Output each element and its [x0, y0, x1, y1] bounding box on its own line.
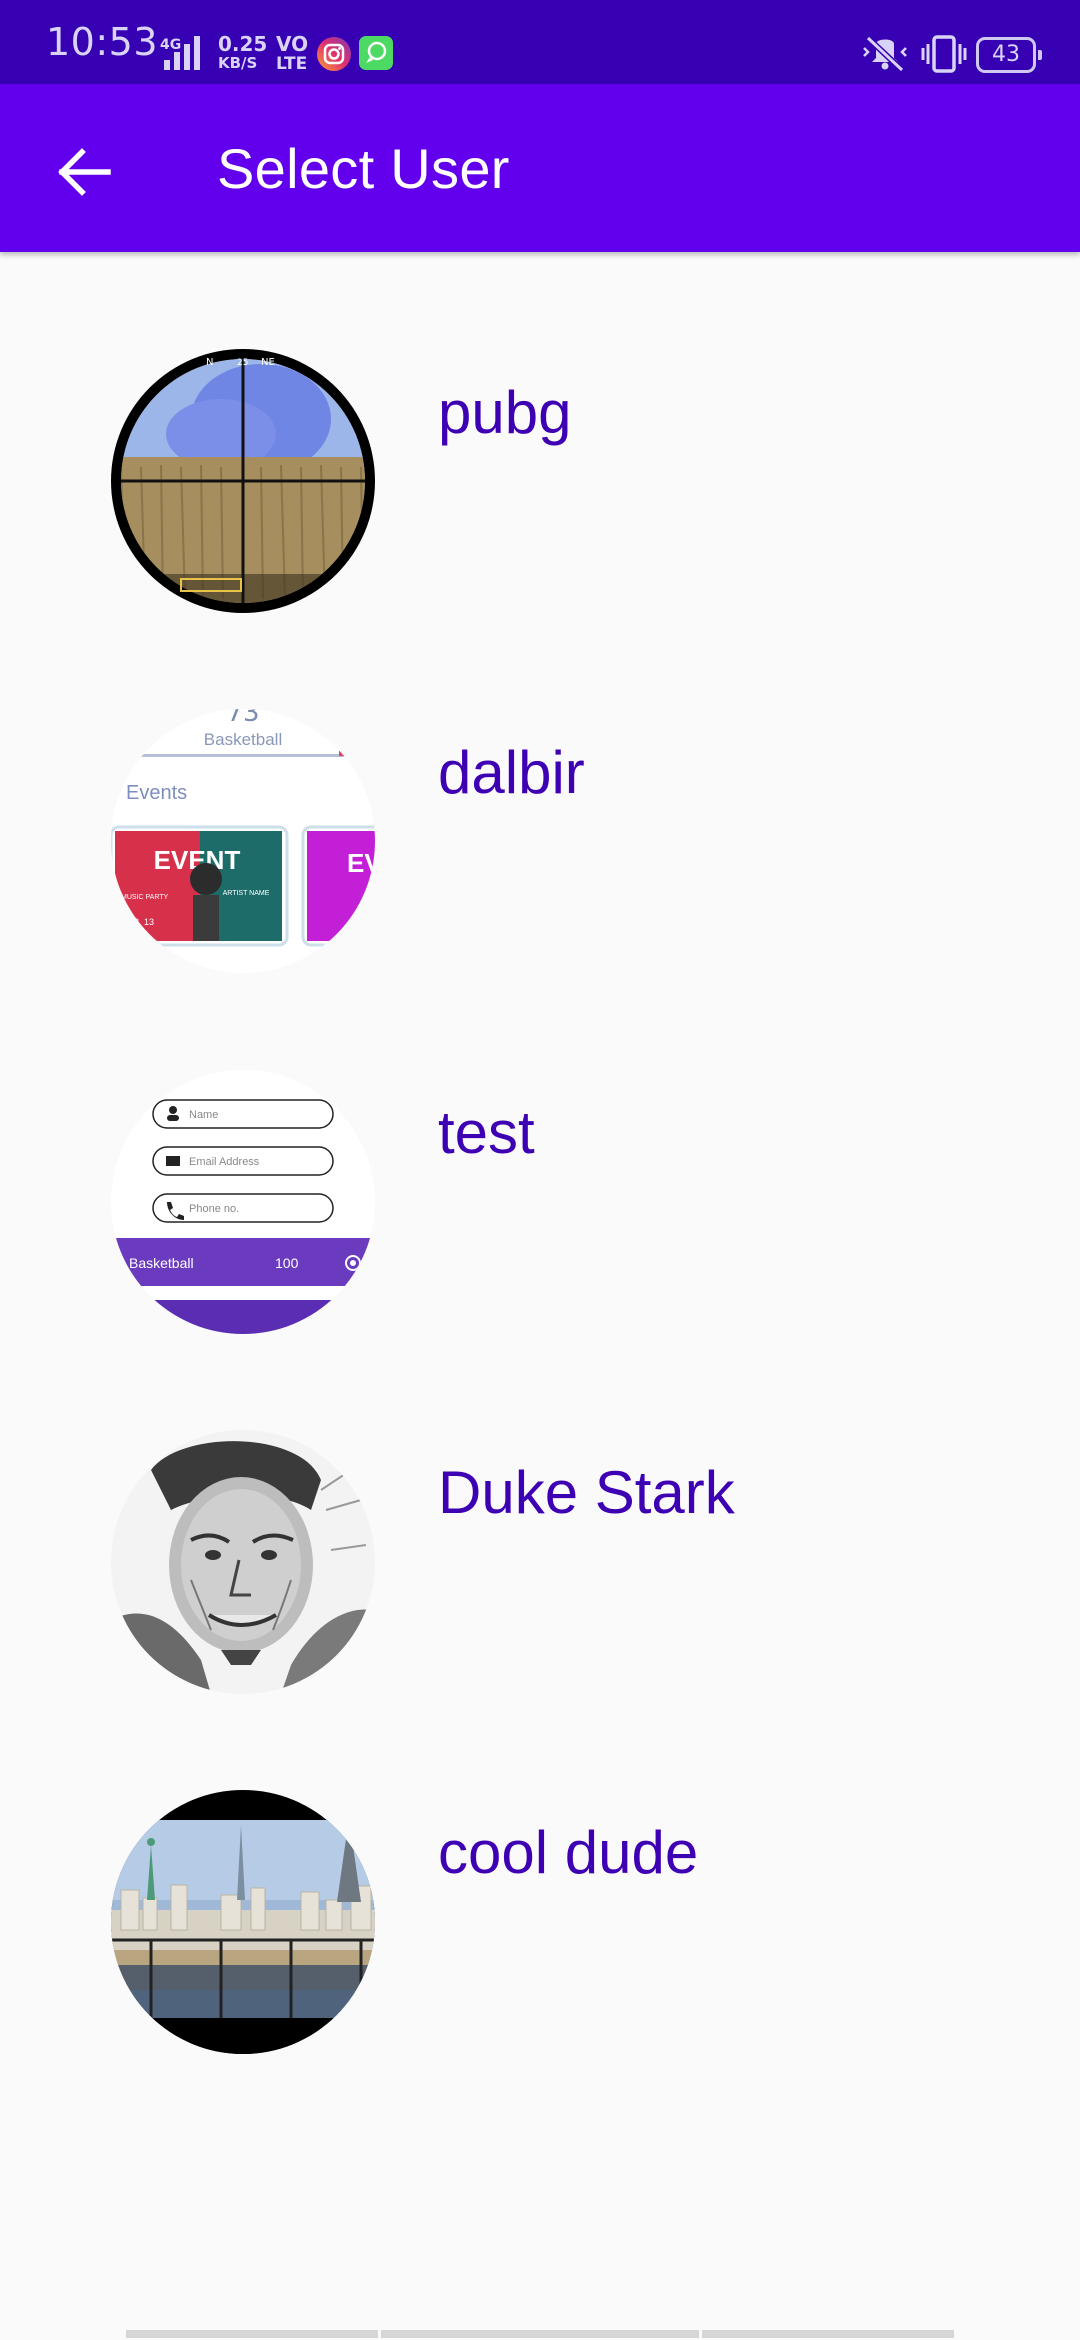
- signal-strength-icon: [164, 36, 200, 70]
- events-app-screenshot: 73 Basketball Events EVENT MUSIC PARTY A…: [111, 709, 375, 973]
- network-speed-value: 0.25: [218, 32, 268, 56]
- battery-indicator: 43: [976, 37, 1042, 73]
- avatar: 73 Basketball Events EVENT MUSIC PARTY A…: [111, 709, 375, 973]
- sport-label: Basketball: [129, 1255, 194, 1271]
- volte-label-bottom: LTE: [276, 54, 308, 74]
- user-row-dalbir[interactable]: 73 Basketball Events EVENT MUSIC PARTY A…: [0, 612, 1080, 973]
- arrow-back-icon: [58, 148, 111, 196]
- user-row-cool-dude[interactable]: cool dude: [0, 1692, 1080, 2054]
- nav-hint-center: [381, 2330, 699, 2338]
- avatar: Name Email Address Phone no. Basketball …: [111, 1070, 375, 1334]
- score-label: 100: [275, 1255, 299, 1271]
- svg-text:NE: NE: [261, 357, 275, 368]
- avatar-card2-title: EV: [347, 848, 375, 878]
- pencil-sketch-portrait: [111, 1430, 375, 1694]
- svg-text:N: N: [206, 357, 213, 368]
- phone-placeholder: Phone no.: [189, 1203, 239, 1215]
- avatar-sport: Basketball: [204, 730, 282, 749]
- instagram-notification-icon: [317, 37, 351, 71]
- app-bar: Select User: [0, 84, 1080, 252]
- user-list: N 25 NE pubg 73 Basketball Events EVENT …: [0, 252, 1080, 2054]
- chat-app-notification-icon: [359, 36, 393, 70]
- page-title: Select User: [217, 137, 510, 200]
- sniper-scope-photo: N 25 NE: [111, 349, 375, 613]
- avatar-section: Events: [126, 782, 187, 804]
- user-row-test[interactable]: Name Email Address Phone no. Basketball …: [0, 972, 1080, 1334]
- nav-hint-left: [126, 2330, 378, 2338]
- avatar-card-date: 12. 13: [129, 917, 154, 927]
- avatar: [111, 1790, 375, 2054]
- name-placeholder: Name: [189, 1109, 218, 1121]
- user-name: test: [438, 1099, 535, 1166]
- avatar-number: 73: [226, 709, 259, 728]
- user-row-duke-stark[interactable]: Duke Stark: [0, 1332, 1080, 1694]
- back-button[interactable]: [44, 132, 124, 212]
- volte-label-top: VO: [276, 32, 309, 56]
- status-time: 10:53: [46, 20, 159, 64]
- nav-hint-right: [702, 2330, 954, 2338]
- network-speed-unit: KB/S: [218, 54, 258, 72]
- vibrate-mute-icon: [863, 35, 907, 73]
- email-placeholder: Email Address: [189, 1156, 260, 1168]
- user-name: cool dude: [438, 1819, 699, 1886]
- user-name: pubg: [438, 379, 572, 446]
- vibrate-phone-icon: [921, 35, 967, 73]
- avatar: N 25 NE: [111, 349, 375, 613]
- svg-text:25: 25: [237, 358, 248, 368]
- status-bar: 10:53 4G 0.25 KB/S VO LTE 43: [0, 0, 1080, 84]
- avatar: [111, 1430, 375, 1694]
- avatar-card-artist: ARTIST NAME: [223, 890, 270, 897]
- city-skyline-photo: [111, 1790, 375, 2054]
- form-app-screenshot: Name Email Address Phone no. Basketball …: [111, 1070, 375, 1334]
- avatar-card-sub: MUSIC PARTY: [121, 894, 169, 901]
- user-name: Duke Stark: [438, 1459, 735, 1526]
- user-name: dalbir: [438, 739, 585, 806]
- user-row-pubg[interactable]: N 25 NE pubg: [0, 252, 1080, 613]
